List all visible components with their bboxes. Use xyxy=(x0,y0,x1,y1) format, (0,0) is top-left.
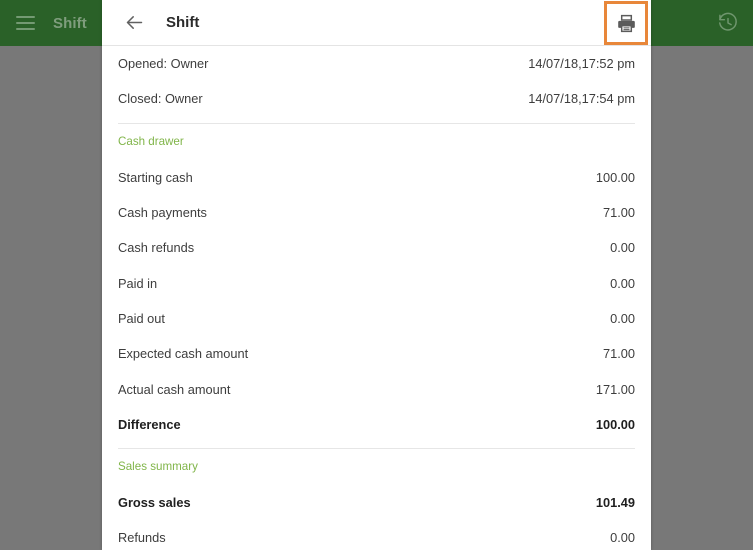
table-row: Expected cash amount 71.00 xyxy=(118,336,635,371)
row-label: Cash refunds xyxy=(118,240,195,256)
row-label: Paid out xyxy=(118,310,165,326)
back-arrow-icon[interactable] xyxy=(121,10,147,36)
row-value: 71.00 xyxy=(602,205,635,221)
row-label: Closed: Owner xyxy=(118,91,203,107)
hamburger-line xyxy=(16,28,35,30)
row-value: 101.49 xyxy=(595,495,635,511)
table-row: Cash refunds 0.00 xyxy=(118,230,635,265)
row-label: Refunds xyxy=(118,530,166,546)
table-row: Closed: Owner 14/07/18,17:54 pm xyxy=(118,81,635,116)
row-label: Opened: Owner xyxy=(118,56,209,72)
table-row: Refunds 0.00 xyxy=(118,520,635,550)
section-heading-sales-summary: Sales summary xyxy=(118,460,198,474)
table-row: Paid in 0.00 xyxy=(118,265,635,300)
table-row: Starting cash 100.00 xyxy=(118,160,635,195)
table-row: Paid out 0.00 xyxy=(118,301,635,336)
app-bar-title: Shift xyxy=(53,14,87,32)
print-button[interactable] xyxy=(604,1,648,45)
row-label: Paid in xyxy=(118,275,158,291)
cash-drawer-group: Starting cash 100.00 Cash payments 71.00… xyxy=(118,160,635,442)
table-row-gross-sales: Gross sales 101.49 xyxy=(118,485,635,520)
table-row: Opened: Owner 14/07/18,17:52 pm xyxy=(118,46,635,81)
row-value: 100.00 xyxy=(595,416,635,432)
row-label: Difference xyxy=(118,416,181,432)
shift-detail-body[interactable]: Opened: Owner 14/07/18,17:52 pm Closed: … xyxy=(102,46,651,550)
sales-summary-group: Gross sales 101.49 Refunds 0.00 xyxy=(118,485,635,550)
row-value: 14/07/18,17:54 pm xyxy=(528,91,635,107)
app-bar-right-group xyxy=(717,0,739,46)
shift-info-group: Opened: Owner 14/07/18,17:52 pm Closed: … xyxy=(118,46,635,117)
row-label: Actual cash amount xyxy=(118,381,231,397)
section-heading-cash-drawer: Cash drawer xyxy=(118,135,184,149)
hamburger-line xyxy=(16,22,35,24)
row-label: Gross sales xyxy=(118,495,191,511)
row-value: 0.00 xyxy=(610,275,635,291)
row-value: 0.00 xyxy=(610,240,635,256)
row-value: 0.00 xyxy=(610,530,635,546)
app-bar-left-group: Shift xyxy=(0,0,102,46)
hamburger-line xyxy=(16,16,35,18)
hamburger-icon[interactable] xyxy=(16,16,35,30)
row-label: Cash payments xyxy=(118,205,207,221)
page-title: Shift xyxy=(166,14,200,31)
table-row-difference: Difference 100.00 xyxy=(118,407,635,442)
row-value: 0.00 xyxy=(610,310,635,326)
row-value: 14/07/18,17:52 pm xyxy=(528,56,635,72)
table-row: Actual cash amount 171.00 xyxy=(118,371,635,406)
history-icon[interactable] xyxy=(717,12,739,34)
app-root: Shift Shift Opened: Owner 14/07/18,17:52… xyxy=(0,0,753,550)
row-label: Expected cash amount xyxy=(118,346,249,362)
sheet-header: Shift xyxy=(102,0,651,46)
row-value: 71.00 xyxy=(602,346,635,362)
row-value: 100.00 xyxy=(595,169,635,185)
printer-icon xyxy=(617,14,635,32)
table-row: Cash payments 71.00 xyxy=(118,195,635,230)
shift-detail-sheet: Shift Opened: Owner 14/07/18,17:52 pm Cl… xyxy=(102,0,651,550)
row-label: Starting cash xyxy=(118,169,193,185)
row-value: 171.00 xyxy=(595,381,635,397)
